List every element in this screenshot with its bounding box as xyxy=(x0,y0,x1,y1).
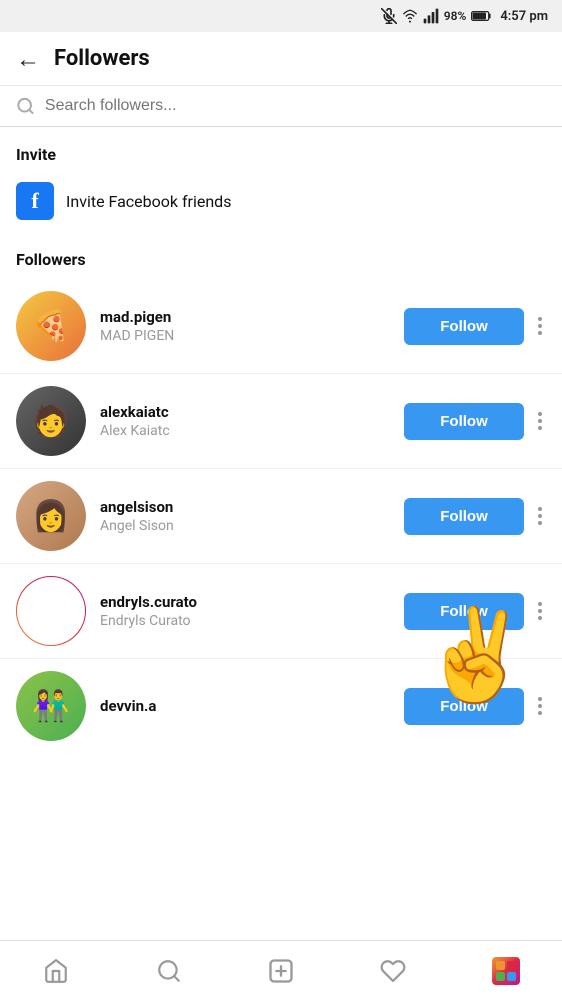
follower-info: devvin.a xyxy=(100,697,404,715)
battery-percent: 98% xyxy=(444,9,467,23)
nav-add[interactable] xyxy=(225,941,337,1000)
invite-section: Invite f Invite Facebook friends xyxy=(0,127,562,234)
follower-item: 💪endryls.curatoEndryls CuratoFollow✌️ xyxy=(0,563,562,658)
nav-home[interactable] xyxy=(0,941,112,1000)
more-options-button[interactable] xyxy=(534,693,546,719)
avatar[interactable]: 💪 xyxy=(16,576,86,646)
status-bar: 98% 4:57 pm xyxy=(0,0,562,32)
follower-item: 👫 devvin.aFollow xyxy=(0,658,562,753)
search-container xyxy=(0,86,562,127)
follower-username[interactable]: devvin.a xyxy=(100,697,404,715)
nav-like[interactable] xyxy=(337,941,449,1000)
more-options-button[interactable] xyxy=(534,598,546,624)
nav-search[interactable] xyxy=(112,941,224,1000)
page-title: Followers xyxy=(54,46,150,71)
header: ← Followers xyxy=(0,32,562,86)
follower-info: alexkaiatc Alex Kaiatc xyxy=(100,403,404,439)
invite-heading: Invite xyxy=(16,145,546,164)
follow-button[interactable]: Follow xyxy=(404,403,524,440)
nav-profile[interactable] xyxy=(450,941,562,1000)
status-icons: 98% 4:57 pm xyxy=(381,8,548,24)
back-button[interactable]: ← xyxy=(16,47,40,71)
bottom-nav xyxy=(0,940,562,1000)
follower-item: 🍕 mad.pigen MAD PIGENFollow xyxy=(0,279,562,373)
search-icon xyxy=(16,96,35,116)
follower-info: endryls.curato Endryls Curato xyxy=(100,593,404,629)
avatar[interactable]: 👩 xyxy=(16,481,86,551)
follower-username[interactable]: mad.pigen xyxy=(100,308,404,326)
invite-facebook-button[interactable]: f Invite Facebook friends xyxy=(16,178,546,224)
follower-info: angelsison Angel Sison xyxy=(100,498,404,534)
followers-list: 🍕mad.pigenMAD PIGENFollow🧑alexkaiatcAlex… xyxy=(0,279,562,753)
follow-button[interactable]: Follow xyxy=(404,308,524,345)
wifi-icon xyxy=(402,8,418,24)
followers-section: Followers xyxy=(0,234,562,279)
profile-grid-icon xyxy=(492,957,520,985)
signal-icon xyxy=(423,8,439,24)
avatar[interactable]: 🧑 xyxy=(16,386,86,456)
home-icon xyxy=(43,958,69,984)
followers-heading: Followers xyxy=(16,250,546,269)
follow-button[interactable]: Follow xyxy=(404,593,524,630)
avatar[interactable]: 👫 xyxy=(16,671,86,741)
add-icon xyxy=(267,957,295,985)
mute-icon xyxy=(381,8,397,24)
invite-facebook-label: Invite Facebook friends xyxy=(66,192,231,211)
follow-button[interactable]: Follow xyxy=(404,688,524,725)
status-time: 4:57 pm xyxy=(500,9,548,24)
more-options-button[interactable] xyxy=(534,503,546,529)
follower-username[interactable]: endryls.curato xyxy=(100,593,404,611)
follower-displayname: MAD PIGEN xyxy=(100,328,404,344)
follower-username[interactable]: alexkaiatc xyxy=(100,403,404,421)
follow-button[interactable]: Follow xyxy=(404,498,524,535)
more-options-button[interactable] xyxy=(534,313,546,339)
follower-displayname: Endryls Curato xyxy=(100,613,404,629)
avatar[interactable]: 🍕 xyxy=(16,291,86,361)
search-input[interactable] xyxy=(45,97,546,115)
follower-item: 👩 angelsison Angel SisonFollow xyxy=(0,468,562,563)
facebook-icon: f xyxy=(16,182,54,220)
search-nav-icon xyxy=(156,958,182,984)
follower-item: 🧑 alexkaiatc Alex KaiatcFollow xyxy=(0,373,562,468)
battery-icon xyxy=(471,10,491,22)
heart-icon xyxy=(380,958,406,984)
follower-displayname: Alex Kaiatc xyxy=(100,423,404,439)
follower-username[interactable]: angelsison xyxy=(100,498,404,516)
more-options-button[interactable] xyxy=(534,408,546,434)
follower-displayname: Angel Sison xyxy=(100,518,404,534)
follower-info: mad.pigen MAD PIGEN xyxy=(100,308,404,344)
